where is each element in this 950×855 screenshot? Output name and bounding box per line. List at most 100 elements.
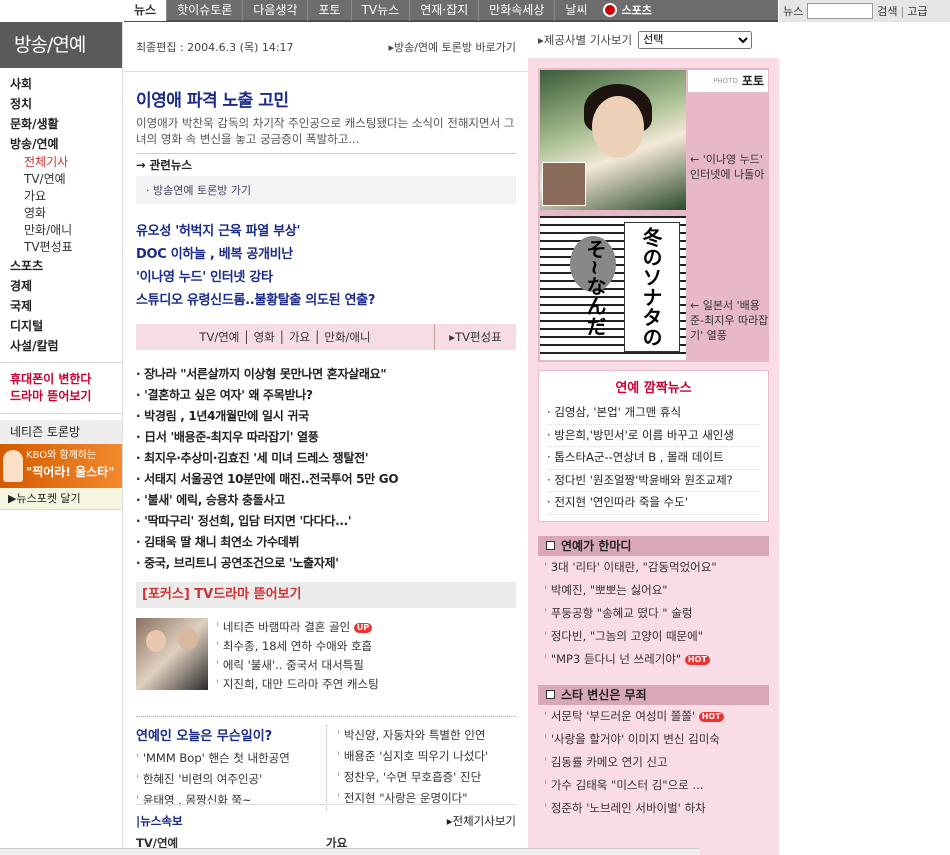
today-item[interactable]: 'MMM Bop' 핸슨 첫 내한공연	[136, 748, 326, 769]
promo-drama-link[interactable]: 드라마 뜯어보기	[10, 388, 112, 405]
makeover-item[interactable]: 가수 김태욱 "미스터 김"으로 ...	[538, 774, 769, 797]
sidebar-subitem-tv[interactable]: TV/연예	[10, 171, 122, 188]
focus-item[interactable]: 에릭 '불새'.. 중국서 대서특필	[216, 656, 379, 675]
sidebar-item-economy[interactable]: 경제	[10, 276, 122, 296]
news-list: 장나라 "서른살까지 이상형 못만나면 혼자살래요" '결혼하고 싶은 여자' …	[124, 350, 528, 574]
provider-select[interactable]: 선택	[638, 31, 753, 49]
focus-item[interactable]: 네티즌 바램따라 결혼 골인 UP	[216, 618, 379, 637]
nav-sports[interactable]: 스포츠	[597, 2, 657, 18]
nav-sports-label: 스포츠	[621, 4, 652, 17]
tv-schedule-link[interactable]: ▸TV편성표	[434, 324, 516, 350]
list-item[interactable]: 김태욱 딸 채니 최연소 가수데뷔	[136, 532, 516, 553]
quote-item[interactable]: 정다빈, "그놈의 고양이 때문에"	[538, 625, 769, 648]
gossip-item[interactable]: 김영삼, '본업' 개그맨 휴식	[547, 402, 760, 425]
top-news-item[interactable]: 유오성 '허벅지 근육 파열 부상'	[136, 220, 516, 243]
sidebar-item-sports[interactable]: 스포츠	[10, 256, 122, 276]
makeover-item[interactable]: 정준하 '노브레인 서바이벌' 하차	[538, 797, 769, 820]
list-item[interactable]: 日서 '배용준-최지우 따라잡기' 열풍	[136, 427, 516, 448]
related-news: → 관련뉴스 · 방송연예 토론방 가기	[136, 153, 516, 204]
gossip-item[interactable]: 톱스타A군--연상녀 B , 몰래 데이트	[547, 447, 760, 470]
photo-thumbnail[interactable]	[542, 162, 586, 206]
quote-item[interactable]: 3대 '리타' 이태란, "감동먹었어요"	[538, 556, 769, 579]
list-item[interactable]: '딱따구리' 정선희, 입담 터지면 '다다다...'	[136, 511, 516, 532]
nav-series[interactable]: 연재·잡지	[409, 0, 478, 21]
photo-section-label[interactable]: PHOTO 포토	[688, 70, 768, 92]
top-news-item[interactable]: DOC 이하늘 , 베복 공개비난	[136, 243, 516, 266]
top-news-item[interactable]: 스튜디오 유령신드롬..불황탈출 의도된 연출?	[136, 289, 516, 312]
netizen-forum-link[interactable]: 네티즌 토론방	[0, 420, 122, 444]
list-item[interactable]: 최지우·추상미·김효진 '세 미녀 드레스 쟁탈전'	[136, 448, 516, 469]
sidebar-subitem-movie[interactable]: 영화	[10, 205, 122, 222]
today-left-column: 연예인 오늘은 무슨일이? 'MMM Bop' 핸슨 첫 내한공연 한혜진 '비…	[136, 725, 326, 811]
makeover-item[interactable]: 김동률 카메오 연기 신고	[538, 751, 769, 774]
horizontal-scrollbar[interactable]	[0, 848, 700, 855]
sidebar-subitem-tv-schedule[interactable]: TV편성표	[10, 239, 122, 256]
star-makeover-title[interactable]: 스타 변신은 무죄	[538, 685, 769, 705]
photo-caption-1[interactable]: ← '이나영 누드' 인터넷에 나돌아	[690, 152, 770, 182]
makeover-item[interactable]: 서문탁 '부드러운 여성미 쫄쫄' HOT	[538, 705, 769, 728]
list-item[interactable]: 서태지 서울공연 10분만에 매진..전국투어 5만 GO	[136, 469, 516, 490]
sidebar-item-editorial[interactable]: 사설/칼럼	[10, 336, 122, 356]
sidebar-subitem-all[interactable]: 전체기사	[10, 154, 122, 171]
all-articles-link[interactable]: ▸전체기사보기	[447, 813, 516, 829]
today-item[interactable]: 배용준 '심지호 띄우기 나섰다'	[337, 746, 516, 767]
today-item[interactable]: 정찬우, '수면 무호흡증' 진단	[337, 767, 516, 788]
sidebar-item-culture[interactable]: 문화/생활	[10, 114, 122, 134]
headline-story: 이영애 파격 노출 고민 이영애가 박찬욱 감독의 차기작 주인공으로 캐스팅됐…	[124, 72, 528, 147]
nav-tv-news[interactable]: TV뉴스	[350, 0, 410, 21]
sidebar-item-entertainment[interactable]: 방송/연예	[10, 134, 122, 154]
focus-item[interactable]: 지진희, 대만 드라마 주연 캐스팅	[216, 675, 379, 694]
sidebar-subitem-music[interactable]: 가요	[10, 188, 122, 205]
gossip-item[interactable]: 전지현 '연인따라 죽을 수도'	[547, 492, 760, 515]
headline-title[interactable]: 이영애 파격 노출 고민	[136, 86, 516, 111]
nav-photo[interactable]: 포토	[307, 0, 350, 21]
list-item[interactable]: 박경림 , 1년4개월만에 일시 귀국	[136, 406, 516, 427]
photo-japan-magazine[interactable]: 冬のソナタのそ~なんだ	[540, 216, 686, 360]
search-label: 뉴스	[783, 5, 804, 18]
nav-hot-issue[interactable]: 핫이슈토론	[166, 0, 242, 21]
gossip-item[interactable]: 방은희,'방민서'로 이름 바꾸고 새인생	[547, 425, 760, 447]
search-input[interactable]	[807, 3, 874, 19]
focus-item[interactable]: 최수종, 18세 연하 수애와 호흡	[216, 637, 379, 656]
today-item[interactable]: 한혜진 '비련의 여주인공'	[136, 769, 326, 790]
sidebar-item-society[interactable]: 사회	[10, 74, 122, 94]
quote-item[interactable]: 박예진, "뽀뽀는 싫어요"	[538, 579, 769, 602]
list-item[interactable]: '불새' 에릭, 승용차 충돌사고	[136, 490, 516, 511]
photo-caption-2[interactable]: ← 일본서 '배용준-최지우 따라잡기' 열풍	[690, 298, 770, 343]
sidebar-item-digital[interactable]: 디지털	[10, 316, 122, 336]
related-news-link[interactable]: · 방송연예 토론방 가기	[136, 176, 516, 204]
today-item[interactable]: 박신양, 자동차와 특별한 인연	[337, 725, 516, 746]
nav-news[interactable]: 뉴스	[124, 0, 167, 21]
sidebar-item-world[interactable]: 국제	[10, 296, 122, 316]
advanced-search-link[interactable]: 고급	[907, 3, 927, 19]
celebrity-quotes-title[interactable]: 연예가 한마디	[538, 536, 769, 556]
list-item[interactable]: 장나라 "서른살까지 이상형 못만나면 혼자살래요"	[136, 364, 516, 385]
photo-lee-nayoung[interactable]	[540, 70, 686, 210]
promo-phone-link[interactable]: 휴대폰이 변한다	[10, 371, 112, 388]
focus-photo[interactable]	[136, 618, 208, 690]
focus-title[interactable]: [포커스] TV드라마 뜯어보기	[136, 582, 516, 608]
forum-shortcut-link[interactable]: ▸방송/연예 토론방 바로가기	[388, 39, 516, 55]
nav-weather[interactable]: 날씨	[554, 0, 597, 21]
quote-item[interactable]: 푸둥공항 "송혜교 떴다 " 술렁	[538, 602, 769, 625]
focus-box: 네티즌 바램따라 결혼 골인 UP 최수종, 18세 연하 수애와 호흡 에릭 …	[124, 608, 528, 700]
nav-comics[interactable]: 만화속세상	[478, 0, 554, 21]
makeover-item[interactable]: '사랑을 할거야' 이미지 변신 김미숙	[538, 728, 769, 751]
photo-label-text: 포토	[741, 74, 764, 88]
kbo-allstar-banner[interactable]: KBO와 함께하는 "찍어라! 올스타"	[0, 444, 122, 488]
top-news-item[interactable]: '이나영 누드' 인터넷 강타	[136, 266, 516, 289]
category-links[interactable]: TV/연예 │ 영화 │ 가요 │ 만화/애니	[136, 329, 434, 345]
today-title[interactable]: 연예인 오늘은 무슨일이?	[136, 725, 326, 744]
section-brand[interactable]: 방송/연예	[0, 22, 122, 68]
headline-summary[interactable]: 이영애가 박찬욱 감독의 차기작 주인공으로 캐스팅됐다는 소식이 전해지면서 …	[136, 115, 516, 147]
list-item[interactable]: '결혼하고 싶은 여자' 왜 주목받나?	[136, 385, 516, 406]
list-item[interactable]: 중국, 브리트니 공연조건으로 '노출자제'	[136, 553, 516, 574]
sidebar-subitem-animation[interactable]: 만화/애니	[10, 222, 122, 239]
search-button[interactable]: 검색	[877, 3, 897, 19]
gossip-title[interactable]: 연예 깜짝뉴스	[547, 377, 760, 396]
nav-daum-thought[interactable]: 다음생각	[242, 0, 307, 21]
news-pocket-link[interactable]: ▶뉴스포켓 달기	[0, 488, 122, 510]
quote-item[interactable]: "MP3 듣다니 넌 쓰레기야" HOT	[538, 648, 769, 671]
gossip-item[interactable]: 정다빈 '원조얼짱'박윤배와 원조교제?	[547, 470, 760, 492]
sidebar-item-politics[interactable]: 정치	[10, 94, 122, 114]
